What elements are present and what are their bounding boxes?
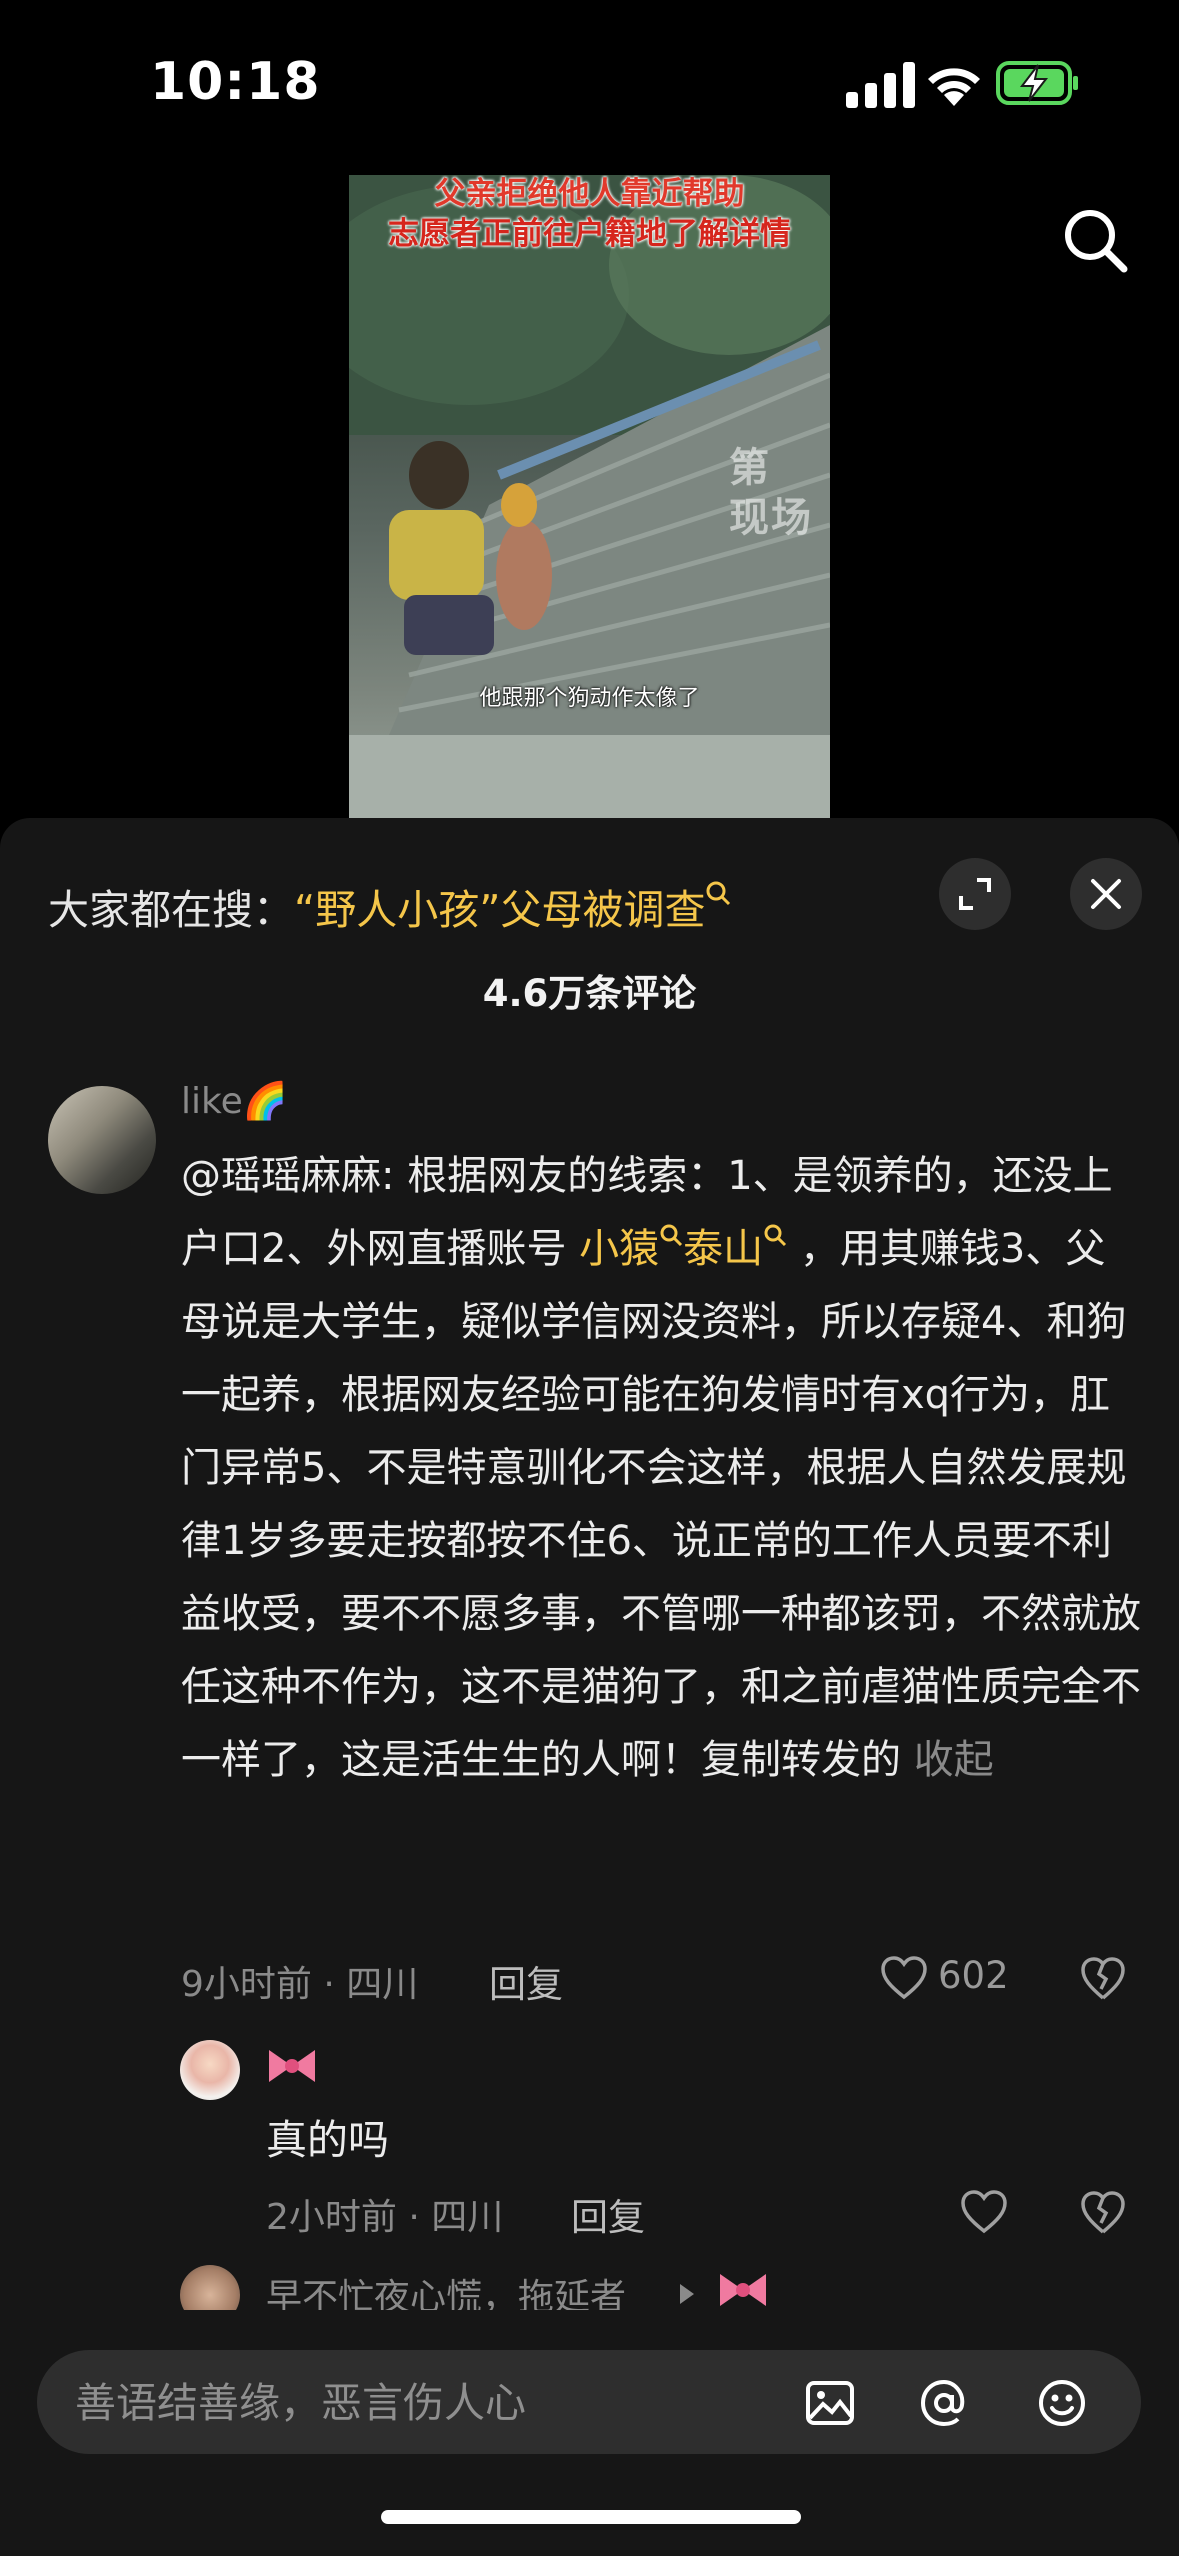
search-icon[interactable] [1060,205,1130,275]
comments-sheet: 大家都在搜：“野人小孩”父母被调查 4.6万条评论 like🌈 @瑶瑶麻麻: 根… [0,818,1179,2556]
mention-at-icon[interactable] [919,2378,969,2428]
image-icon[interactable] [805,2378,855,2428]
battery-charging-icon [996,61,1078,105]
expand-button[interactable] [939,858,1011,930]
hot-search-banner[interactable]: 大家都在搜：“野人小孩”父母被调查 [48,876,731,936]
video-watermark: 第 现场 [729,445,813,541]
reply-button[interactable]: 回复 [571,2187,645,2241]
dislike-broken-heart-icon[interactable] [1080,2191,1126,2235]
comment-username[interactable]: like🌈 [181,1080,288,1122]
like-count: 602 [938,1954,1009,1997]
reply-avatar[interactable] [180,2040,240,2100]
search-small-icon [764,1224,787,1247]
search-small-icon [706,881,731,906]
reply-meta: 2小时前 · 四川 [266,2197,504,2238]
comment-input-pill[interactable] [37,2350,1141,2454]
bow-emoji-icon [269,2050,315,2082]
reply-to-arrow-icon [680,2284,694,2304]
bow-emoji-icon [720,2274,766,2306]
wifi-icon [928,68,980,106]
comment-meta: 9小时前 · 四川 [181,1964,419,2005]
avatar[interactable] [48,1086,156,1194]
video-caption-line2: 志愿者正前往户籍地了解详情 [388,216,791,252]
expand-icon [959,878,991,910]
close-icon [1091,879,1121,909]
search-link-2[interactable]: 泰山 [683,1226,763,1272]
collapse-link[interactable]: 收起 [901,1737,994,1783]
status-bar: 10:18 [0,0,1179,170]
reply-text: 真的吗 [266,2116,389,2164]
comment-count: 4.6万条评论 [482,972,697,1015]
comment-text: @瑶瑶麻麻: 根据网友的线索：1、是领养的，还没上户口2、外网直播账号 小猿 泰山… [181,1153,1141,1783]
search-small-icon [660,1224,683,1247]
like-heart-icon[interactable] [960,2190,1008,2234]
cellular-signal-icon [846,62,915,108]
hot-search-keyword[interactable]: “野人小孩”父母被调查 [294,886,705,934]
hot-search-prefix: 大家都在搜： [48,886,294,934]
dislike-broken-heart-icon[interactable] [1080,1957,1126,2001]
like-heart-icon[interactable] [880,1956,928,2000]
video-subtitle: 他跟那个狗动作太像了 [479,686,700,711]
search-link-1[interactable]: 小猿 [579,1226,659,1272]
emoji-icon[interactable] [1037,2378,1087,2428]
video-player[interactable]: 父亲拒绝他人靠近帮助 志愿者正前往户籍地了解详情 第 现场 他跟那个狗动作太像了 [349,175,830,818]
video-caption-line1: 父亲拒绝他人靠近帮助 [434,176,745,212]
status-time: 10:18 [150,52,321,112]
reply-button[interactable]: 回复 [489,1954,563,2008]
comment-input[interactable] [73,2372,777,2434]
close-button[interactable] [1070,858,1142,930]
home-indicator[interactable] [381,2510,801,2524]
